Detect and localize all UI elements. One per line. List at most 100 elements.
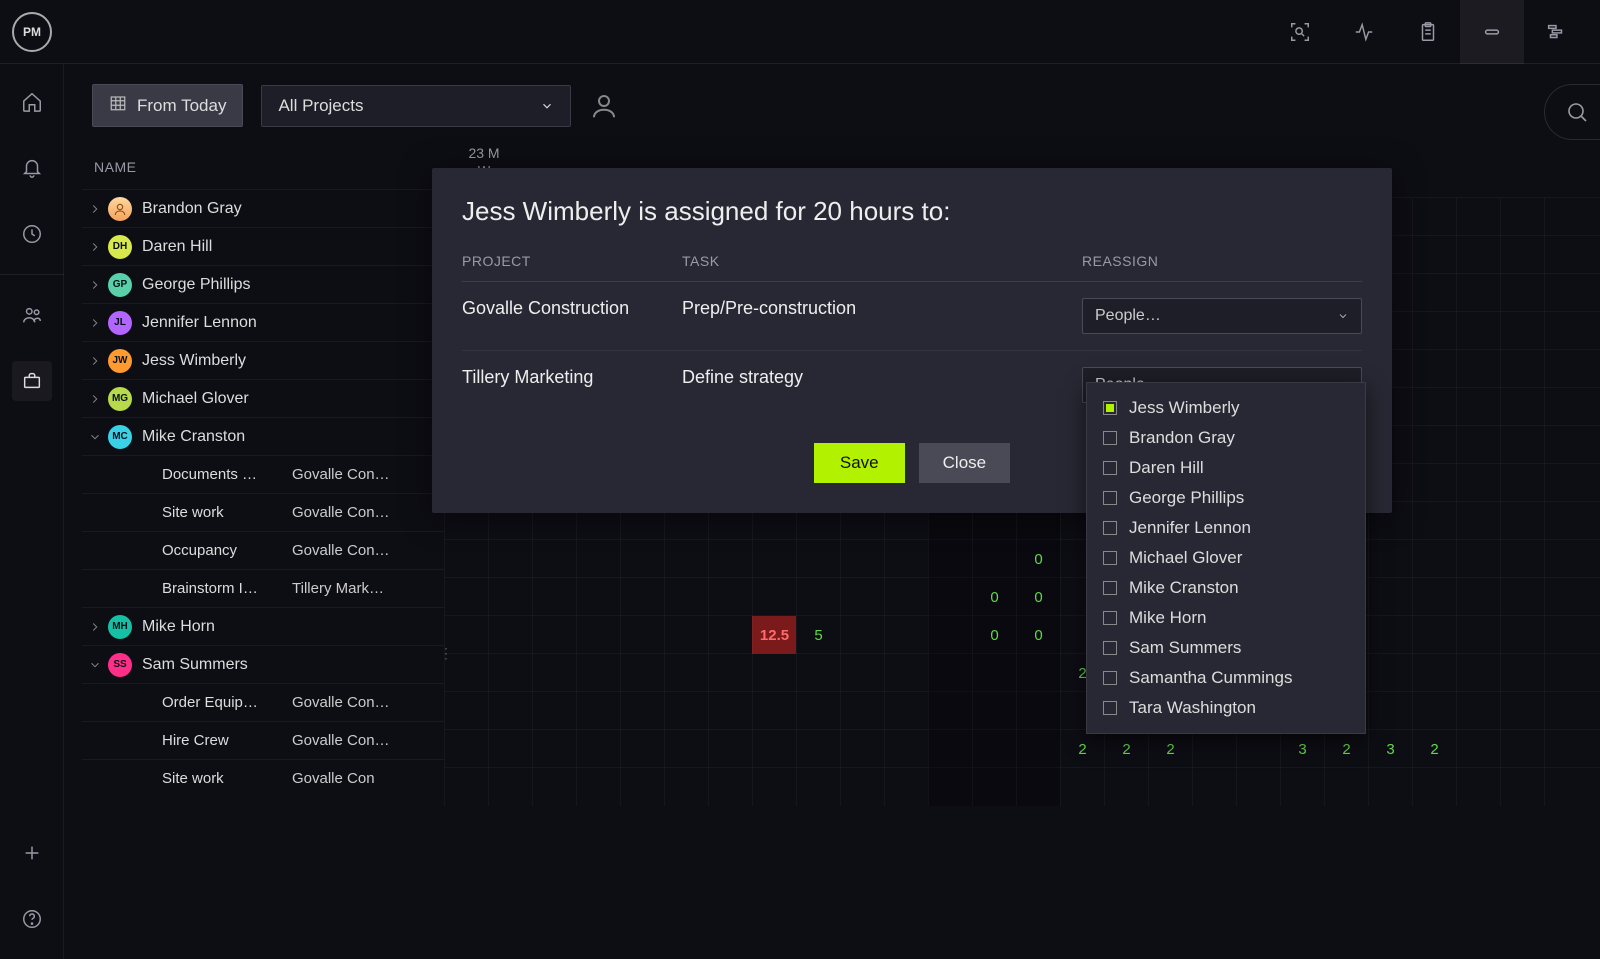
grid-cell[interactable] bbox=[708, 730, 752, 768]
checkbox[interactable] bbox=[1103, 491, 1117, 505]
grid-cell[interactable]: 12.5 bbox=[752, 616, 796, 654]
grid-cell[interactable] bbox=[1412, 654, 1456, 692]
grid-cell[interactable]: 2 bbox=[1412, 730, 1456, 768]
save-button[interactable]: Save bbox=[814, 443, 905, 483]
grid-cell[interactable] bbox=[1368, 578, 1412, 616]
grid-cell[interactable] bbox=[620, 654, 664, 692]
grid-cell[interactable] bbox=[752, 730, 796, 768]
grid-cell[interactable] bbox=[1412, 350, 1456, 388]
grid-cell[interactable] bbox=[1236, 730, 1280, 768]
grid-cell[interactable] bbox=[1104, 768, 1148, 806]
grid-cell[interactable] bbox=[1500, 616, 1544, 654]
grid-cell[interactable] bbox=[796, 730, 840, 768]
expand-caret[interactable] bbox=[86, 314, 104, 332]
clock-icon[interactable] bbox=[12, 214, 52, 254]
grid-cell[interactable] bbox=[1544, 540, 1588, 578]
people-option[interactable]: Jennifer Lennon bbox=[1099, 513, 1353, 543]
people-option[interactable]: Samantha Cummings bbox=[1099, 663, 1353, 693]
grid-cell[interactable] bbox=[1236, 768, 1280, 806]
people-option[interactable]: Michael Glover bbox=[1099, 543, 1353, 573]
grid-cell[interactable] bbox=[1544, 388, 1588, 426]
expand-caret[interactable] bbox=[86, 276, 104, 294]
search-button[interactable] bbox=[1544, 84, 1600, 140]
grid-cell[interactable] bbox=[576, 692, 620, 730]
people-option[interactable]: Sam Summers bbox=[1099, 633, 1353, 663]
gantt-icon[interactable] bbox=[1524, 0, 1588, 64]
grid-cell[interactable] bbox=[1500, 388, 1544, 426]
grid-cell[interactable] bbox=[1544, 350, 1588, 388]
grid-cell[interactable] bbox=[928, 540, 972, 578]
grid-cell[interactable] bbox=[488, 768, 532, 806]
grid-cell[interactable] bbox=[532, 654, 576, 692]
resource-icon[interactable] bbox=[1460, 0, 1524, 64]
scan-icon[interactable] bbox=[1268, 0, 1332, 64]
person-row[interactable]: Brandon Gray bbox=[82, 189, 444, 227]
grid-cell[interactable] bbox=[1456, 388, 1500, 426]
grid-cell[interactable] bbox=[1324, 768, 1368, 806]
grid-cell[interactable] bbox=[1456, 578, 1500, 616]
grid-cell[interactable] bbox=[796, 654, 840, 692]
grid-cell[interactable] bbox=[1500, 692, 1544, 730]
grid-cell[interactable] bbox=[1016, 654, 1060, 692]
grid-cell[interactable] bbox=[928, 654, 972, 692]
grid-cell[interactable] bbox=[1456, 502, 1500, 540]
grid-cell[interactable] bbox=[884, 578, 928, 616]
grid-cell[interactable] bbox=[884, 768, 928, 806]
grid-cell[interactable] bbox=[1016, 730, 1060, 768]
people-option[interactable]: Mike Cranston bbox=[1099, 573, 1353, 603]
grid-cell[interactable] bbox=[1368, 540, 1412, 578]
grid-cell[interactable] bbox=[1544, 198, 1588, 236]
grid-cell[interactable] bbox=[1544, 768, 1588, 806]
grid-cell[interactable] bbox=[1544, 312, 1588, 350]
grid-cell[interactable]: 0 bbox=[1016, 578, 1060, 616]
person-row[interactable]: JL Jennifer Lennon bbox=[82, 303, 444, 341]
subtask-row[interactable]: Hire Crew Govalle Con… bbox=[82, 721, 444, 759]
grid-cell[interactable] bbox=[444, 730, 488, 768]
grid-cell[interactable] bbox=[1544, 578, 1588, 616]
checkbox[interactable] bbox=[1103, 521, 1117, 535]
plus-icon[interactable] bbox=[12, 833, 52, 873]
app-logo[interactable]: PM bbox=[12, 12, 52, 52]
checkbox[interactable] bbox=[1103, 611, 1117, 625]
grid-cell[interactable] bbox=[796, 692, 840, 730]
grid-cell[interactable] bbox=[576, 616, 620, 654]
grid-cell[interactable] bbox=[532, 692, 576, 730]
people-option[interactable]: Mike Horn bbox=[1099, 603, 1353, 633]
expand-caret[interactable] bbox=[86, 352, 104, 370]
grid-cell[interactable] bbox=[1500, 464, 1544, 502]
grid-cell[interactable] bbox=[1412, 426, 1456, 464]
grid-cell[interactable] bbox=[1500, 426, 1544, 464]
grid-cell[interactable] bbox=[1016, 768, 1060, 806]
grid-cell[interactable] bbox=[928, 578, 972, 616]
grid-cell[interactable] bbox=[532, 578, 576, 616]
grid-cell[interactable]: 2 bbox=[1148, 730, 1192, 768]
grid-cell[interactable] bbox=[708, 654, 752, 692]
grid-cell[interactable] bbox=[1500, 730, 1544, 768]
from-today-button[interactable]: From Today bbox=[92, 84, 243, 127]
grid-cell[interactable] bbox=[840, 578, 884, 616]
grid-cell[interactable] bbox=[620, 692, 664, 730]
people-option[interactable]: Brandon Gray bbox=[1099, 423, 1353, 453]
subtask-row[interactable]: Site work Govalle Con bbox=[82, 759, 444, 797]
grid-cell[interactable] bbox=[1412, 768, 1456, 806]
grid-cell[interactable] bbox=[664, 578, 708, 616]
subtask-row[interactable]: Documents … Govalle Con… bbox=[82, 455, 444, 493]
grid-cell[interactable] bbox=[1456, 350, 1500, 388]
grid-cell[interactable] bbox=[1412, 198, 1456, 236]
grid-cell[interactable] bbox=[576, 540, 620, 578]
grid-cell[interactable] bbox=[1412, 502, 1456, 540]
subtask-row[interactable]: Brainstorm I… Tillery Mark… bbox=[82, 569, 444, 607]
checkbox[interactable] bbox=[1103, 671, 1117, 685]
expand-caret[interactable] bbox=[86, 390, 104, 408]
grid-cell[interactable] bbox=[664, 730, 708, 768]
grid-cell[interactable] bbox=[1412, 274, 1456, 312]
checkbox[interactable] bbox=[1103, 431, 1117, 445]
person-row[interactable]: GP George Phillips bbox=[82, 265, 444, 303]
grid-cell[interactable] bbox=[796, 540, 840, 578]
grid-cell[interactable] bbox=[444, 540, 488, 578]
grid-cell[interactable] bbox=[708, 768, 752, 806]
grid-cell[interactable] bbox=[664, 768, 708, 806]
grid-cell[interactable] bbox=[1500, 502, 1544, 540]
person-row[interactable]: MH Mike Horn bbox=[82, 607, 444, 645]
checkbox[interactable] bbox=[1103, 551, 1117, 565]
